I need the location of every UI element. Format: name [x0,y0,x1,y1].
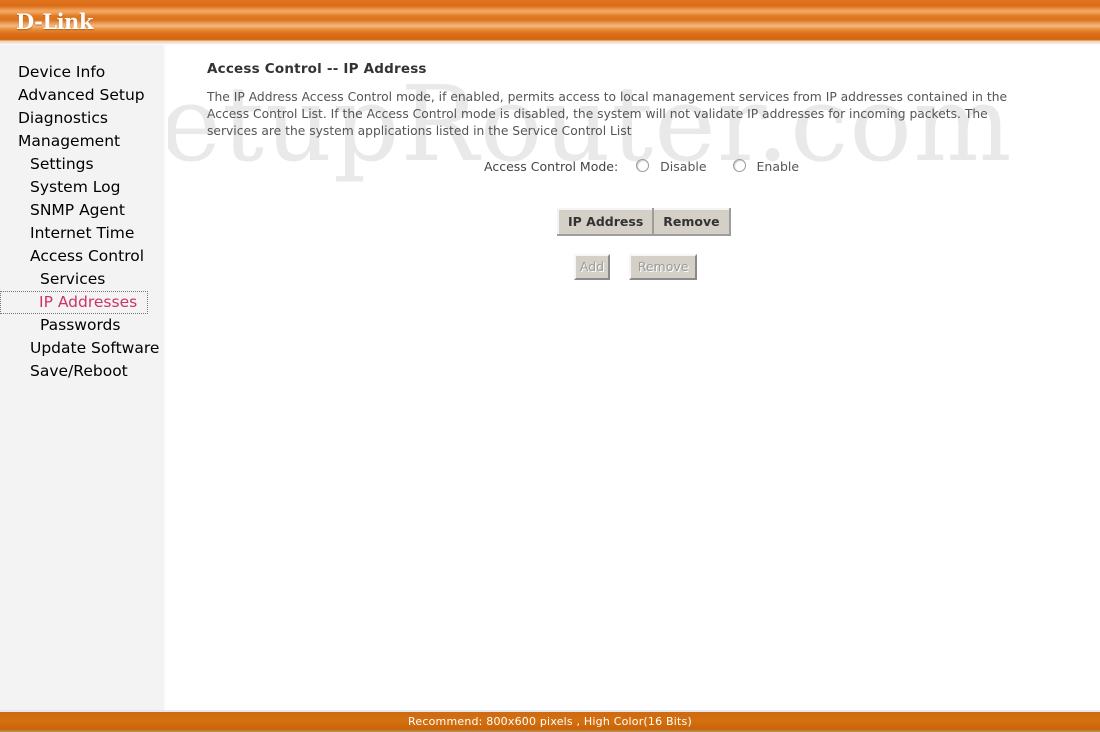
sidebar-item-settings[interactable]: Settings [0,153,164,176]
sidebar-item-internet-time[interactable]: Internet Time [0,222,164,245]
access-control-mode-label: Access Control Mode: [484,159,619,174]
sidebar-item-diagnostics[interactable]: Diagnostics [0,107,164,130]
access-control-mode-row: Access Control Mode: Disable Enable [484,159,821,174]
sidebar-item-access-control[interactable]: Access Control [0,245,164,268]
remove-button[interactable]: Remove [629,254,698,280]
sidebar-item-ip-addresses-wrap: IP Addresses [0,291,164,314]
sidebar-item-advanced-setup[interactable]: Advanced Setup [0,84,164,107]
sidebar-item-management[interactable]: Management [0,130,164,153]
radio-enable[interactable] [732,159,746,172]
radio-disable-label: Disable [660,159,707,174]
footer-bar: Recommend: 800x600 pixels , High Color(1… [0,712,1100,732]
column-header-ip-address: IP Address [556,208,655,236]
sidebar-divider [164,45,168,712]
sidebar-item-system-log[interactable]: System Log [0,176,164,199]
sidebar-navigation: Device Info Advanced Setup Diagnostics M… [0,45,164,712]
app-header: D-Link [0,0,1100,42]
page-description: The IP Address Access Control mode, if e… [207,90,1008,138]
main-content: Access Control -- IP Address The IP Addr… [168,45,1100,712]
radio-enable-label: Enable [756,159,800,174]
sidebar-item-update-software[interactable]: Update Software [0,337,164,360]
dlink-logo: D-Link [16,9,93,34]
ip-address-table: IP Address Remove [556,208,731,236]
column-header-remove: Remove [652,208,731,236]
page-title: Access Control -- IP Address [207,61,427,77]
add-button[interactable]: Add [574,254,610,280]
sidebar-menu: Device Info Advanced Setup Diagnostics M… [0,45,164,383]
table-header-row: IP Address Remove [556,208,731,236]
sidebar-item-ip-addresses[interactable]: IP Addresses [0,291,149,314]
sidebar-item-passwords[interactable]: Passwords [0,314,164,337]
radio-disable[interactable] [636,159,650,172]
sidebar-item-save-reboot[interactable]: Save/Reboot [0,360,164,383]
sidebar-item-snmp-agent[interactable]: SNMP Agent [0,199,164,222]
sidebar-item-device-info[interactable]: Device Info [0,61,164,84]
sidebar-item-services[interactable]: Services [0,268,164,291]
action-button-row: Add Remove [574,254,698,280]
ip-address-table-head: IP Address Remove [556,208,731,236]
